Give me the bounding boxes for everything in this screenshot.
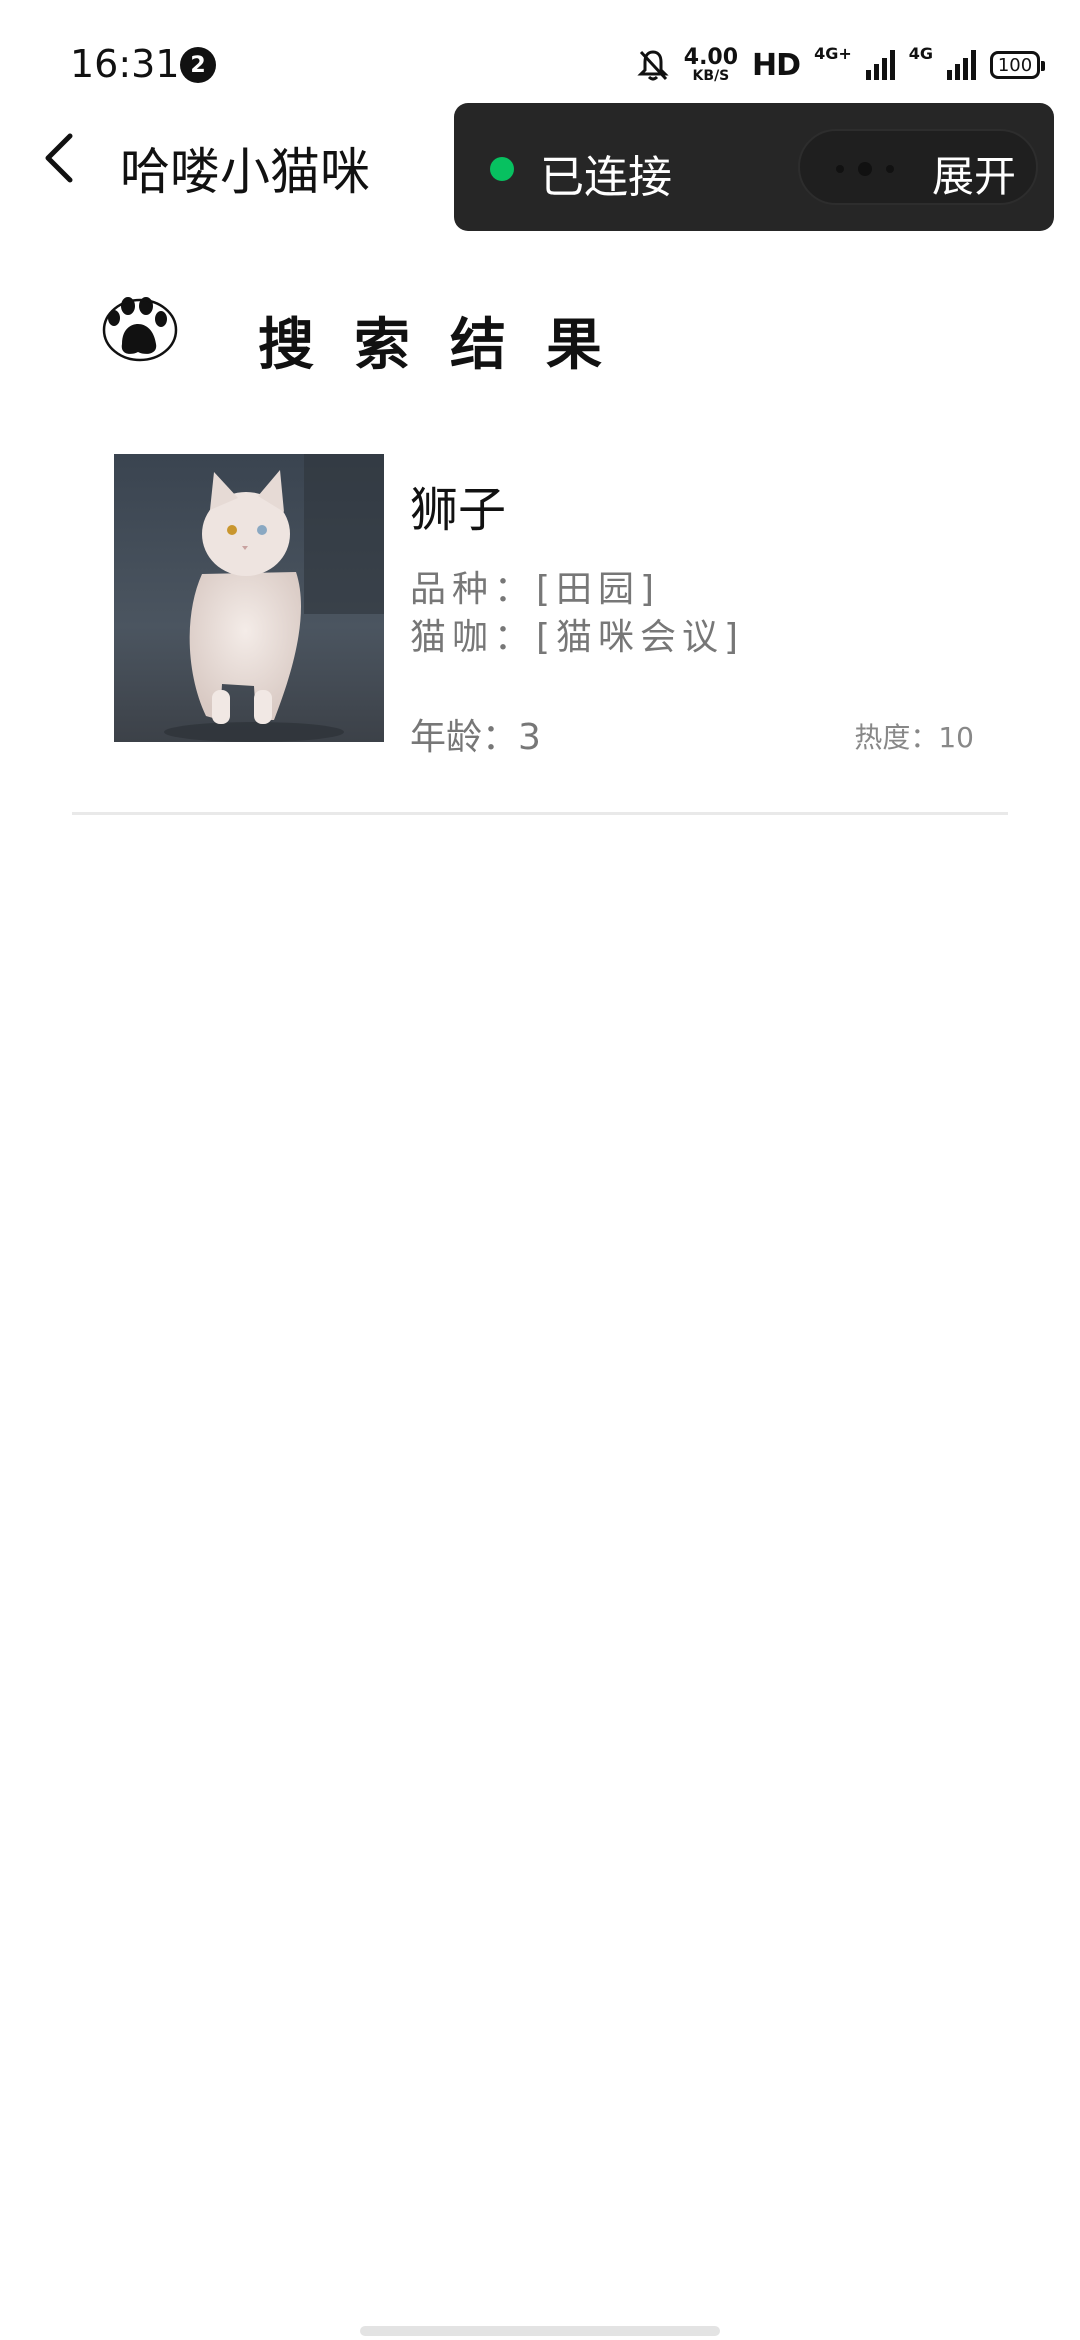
more-dots-icon[interactable]	[830, 159, 900, 179]
battery-level: 100	[997, 54, 1033, 76]
signal1-bars-icon	[865, 50, 895, 80]
battery-icon: 100	[990, 51, 1045, 79]
connection-status-panel: 已连接 展开	[454, 103, 1054, 231]
expand-button[interactable]: 展开	[932, 143, 1016, 204]
connected-dot-icon	[490, 157, 514, 181]
signal2-bars-icon	[947, 50, 976, 80]
cat-photo	[114, 454, 384, 742]
paw-icon	[102, 297, 178, 362]
pet-cafe: 猫咖：[猫咪会议]	[410, 617, 745, 658]
hd-label: HD	[752, 47, 801, 83]
back-arrow-icon[interactable]	[40, 128, 80, 188]
pet-breed: 品种：[田园]	[410, 569, 661, 610]
status-icons: 4.00 KB/S HD 4G+ 4G 100	[636, 40, 1045, 90]
pet-name: 狮子	[410, 482, 507, 538]
network-speed: 4.00 KB/S	[683, 45, 739, 84]
home-indicator[interactable]	[360, 2326, 720, 2336]
network-speed-value: 4.00	[683, 45, 739, 70]
connection-status-label: 已连接	[540, 152, 672, 203]
result-list-item[interactable]: 狮子 品种：[田园] 猫咖：[猫咪会议] 年龄：3 热度：10	[70, 440, 1010, 820]
divider	[72, 812, 1008, 815]
signal2-label: 4G	[908, 44, 933, 63]
page-title: 哈喽小猫咪	[120, 143, 370, 201]
pet-age: 年龄：3	[410, 717, 541, 758]
section-title: 搜索结果	[258, 313, 642, 378]
network-speed-unit: KB/S	[692, 68, 730, 84]
status-time: 16:31	[70, 42, 180, 86]
signal1-label: 4G+	[814, 44, 852, 63]
bell-muted-icon	[637, 50, 669, 81]
notification-badge: 2	[180, 47, 216, 83]
pet-heat: 热度：10	[854, 721, 974, 754]
